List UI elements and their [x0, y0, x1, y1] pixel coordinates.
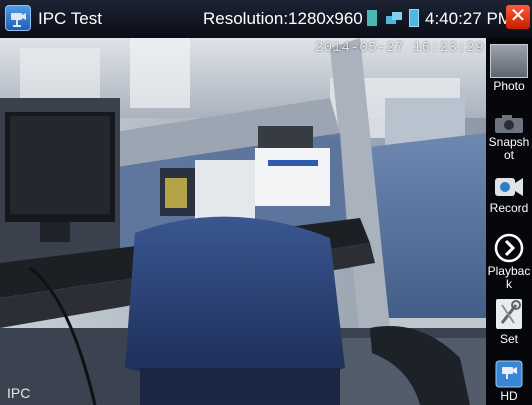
side-toolbar: Photo Snapshot Record Playback Set HD — [486, 38, 532, 405]
camera-preview[interactable]: 2014-05-27 16:23:29 IPC — [0, 38, 486, 405]
network-icon — [386, 10, 404, 26]
photo-label: Photo — [493, 79, 525, 93]
snapshot-button[interactable]: Snapshot — [486, 114, 532, 162]
channel-label: IPC — [7, 385, 31, 401]
playback-button[interactable]: Playback — [486, 233, 532, 291]
app-camera-icon — [5, 5, 31, 31]
snapshot-camera-icon — [495, 115, 523, 133]
close-icon: ✕ — [509, 5, 527, 27]
camera-frame — [0, 38, 486, 405]
camera-timestamp: 2014-05-27 16:23:29 — [314, 40, 484, 56]
record-label: Record — [489, 201, 529, 215]
clock: 4:40:27 PM — [425, 9, 512, 28]
battery-icon — [409, 9, 419, 27]
sim-card-icon — [367, 10, 377, 26]
snapshot-label: Snapshot — [488, 135, 530, 162]
play-icon — [494, 233, 524, 263]
status-bar: IPC Test Resolution:1280x960 4:40:27 PM … — [0, 0, 532, 38]
playback-label: Playback — [487, 264, 531, 291]
settings-tools-icon — [496, 299, 522, 329]
record-button[interactable]: Record — [486, 174, 532, 215]
resolution-readout: Resolution:1280x960 — [203, 9, 363, 28]
hd-button[interactable]: HD — [486, 360, 532, 403]
settings-button[interactable]: Set — [486, 297, 532, 346]
hd-label: HD — [500, 389, 518, 403]
close-button[interactable]: ✕ — [506, 5, 530, 29]
photo-thumbnail-icon — [490, 44, 528, 78]
app-title: IPC Test — [38, 9, 102, 28]
video-camera-icon — [495, 178, 523, 196]
hd-ipc-icon — [495, 360, 523, 388]
set-label: Set — [499, 332, 518, 346]
photo-button[interactable]: Photo — [486, 44, 532, 93]
